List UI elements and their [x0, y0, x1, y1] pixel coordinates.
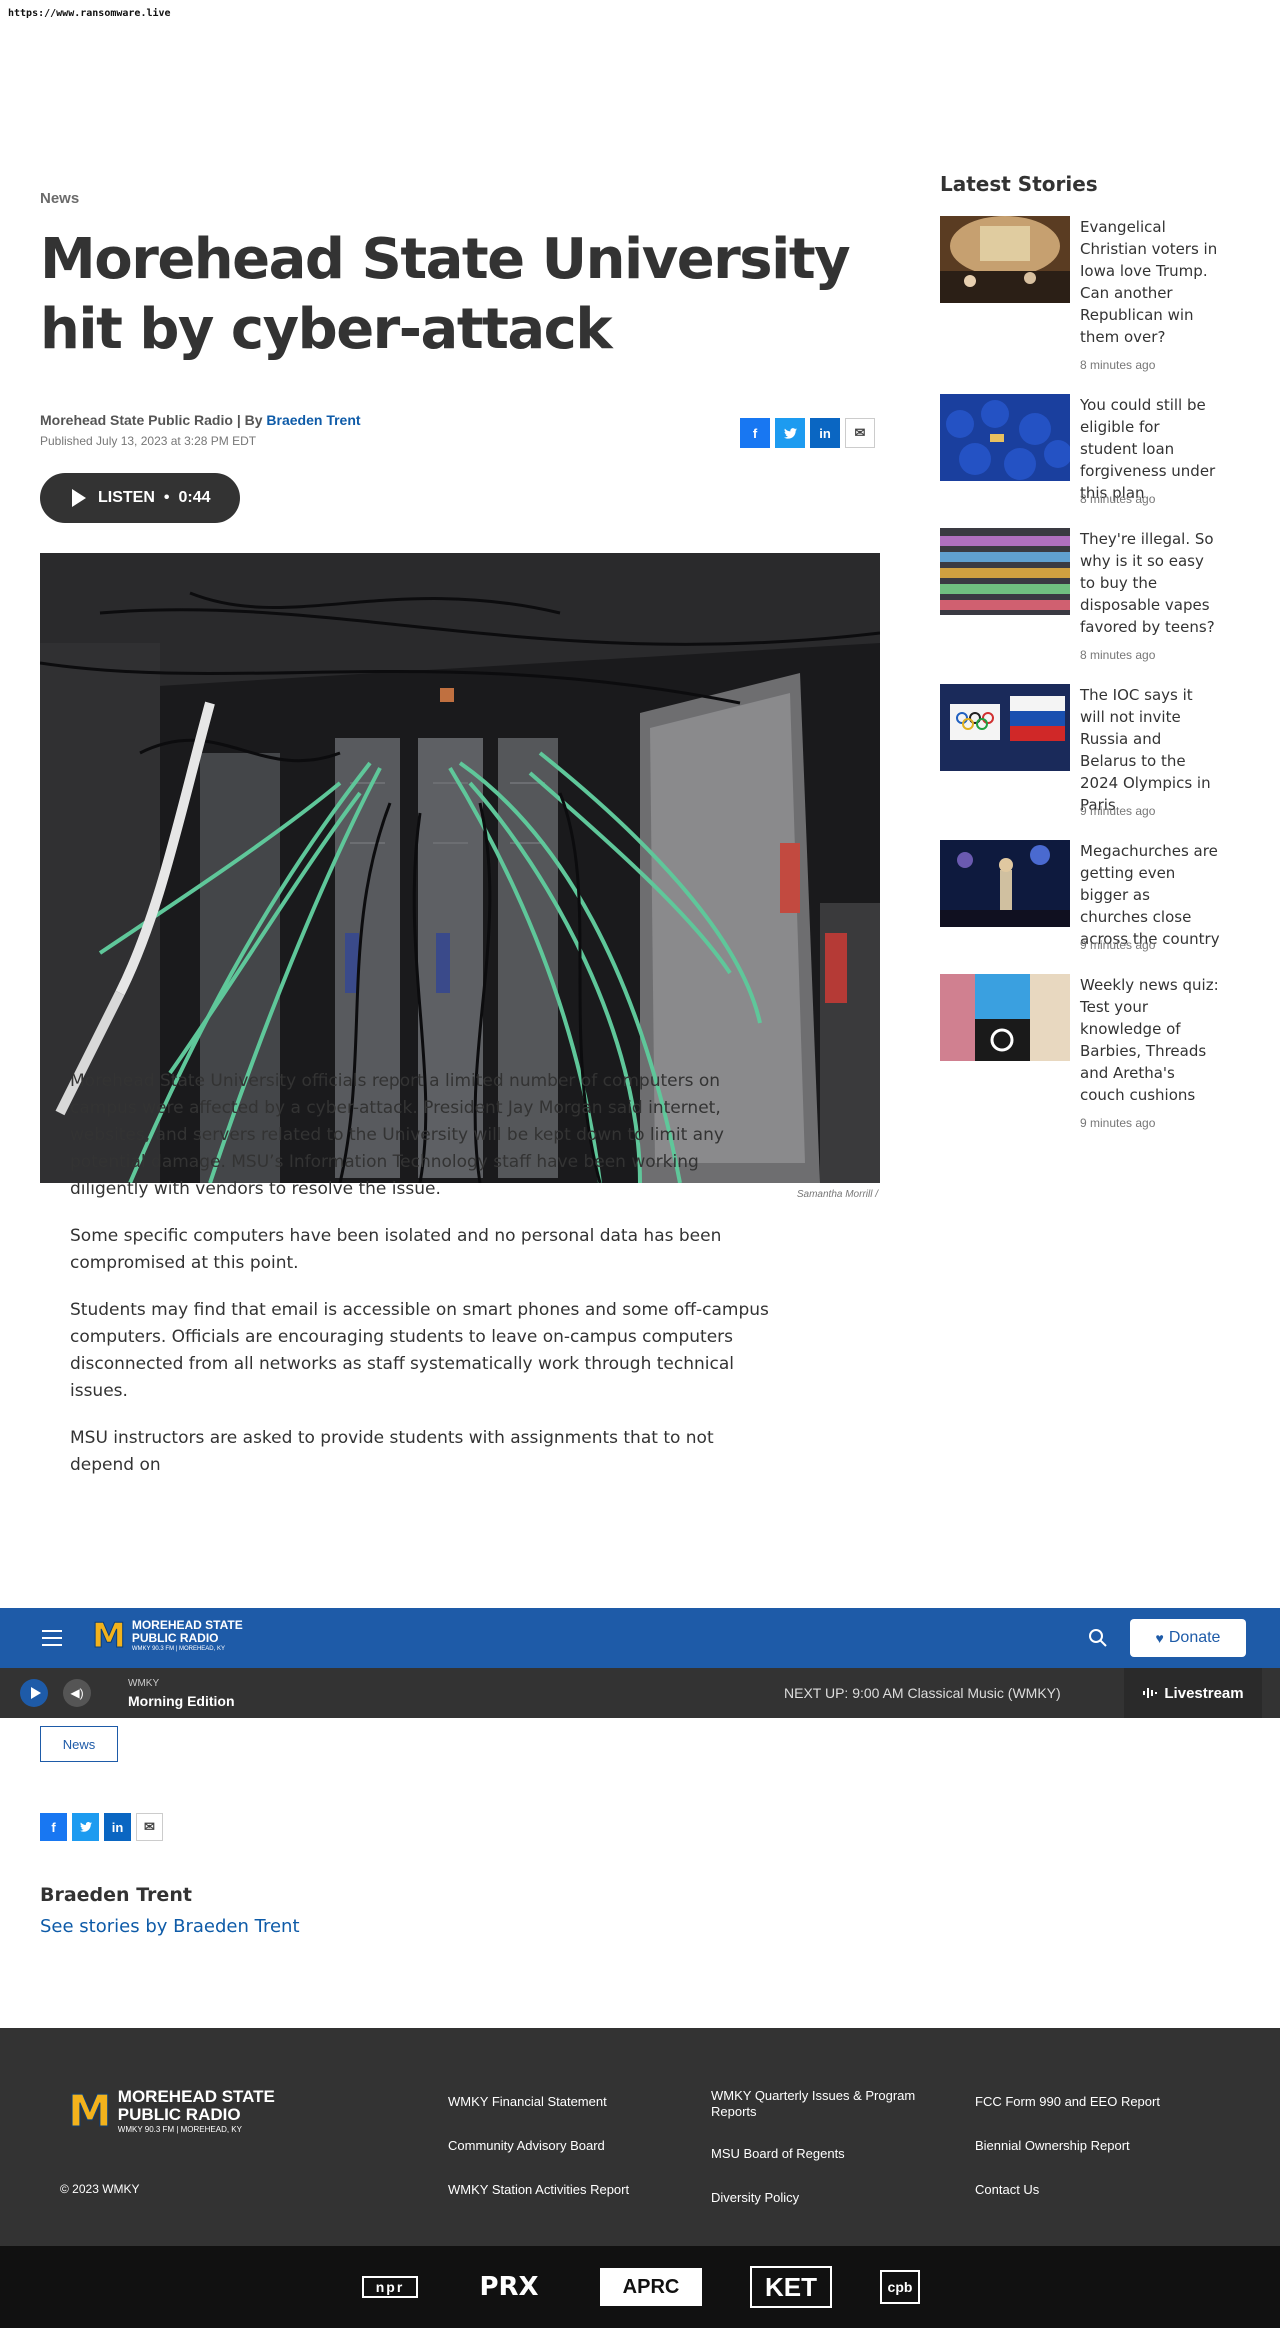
footer-link-biennial[interactable]: Biennial Ownership Report	[975, 2138, 1130, 2154]
story-time: 9 minutes ago	[1080, 1116, 1156, 1130]
aprc-logo[interactable]: APRC	[600, 2268, 702, 2306]
livestream-label: Livestream	[1164, 1684, 1244, 1702]
twitter-share-button[interactable]	[72, 1813, 99, 1841]
article-paragraph: MSU instructors are asked to provide stu…	[70, 1428, 714, 1475]
footer-link-regents[interactable]: MSU Board of Regents	[711, 2146, 845, 2162]
station-logo[interactable]: M MOREHEAD STATE PUBLIC RADIO WMKY 90.3 …	[92, 1616, 243, 1656]
story-time: 9 minutes ago	[1080, 804, 1156, 818]
article-paragraph: Some specific computers have been isolat…	[70, 1226, 722, 1273]
article-paragraph: Morehead State University officials repo…	[70, 1071, 724, 1199]
email-share-button[interactable]: ✉	[136, 1813, 163, 1841]
play-icon	[30, 1687, 41, 1699]
story-time: 8 minutes ago	[1080, 648, 1156, 662]
listen-duration: 0:44	[178, 489, 211, 506]
donate-button[interactable]: ♥ Donate	[1130, 1619, 1246, 1657]
livestream-button[interactable]: Livestream	[1124, 1668, 1262, 1718]
cpb-logo[interactable]: cpb	[880, 2270, 920, 2304]
logo-line3: WMKY 90.3 FM | MOREHEAD, KY	[131, 1646, 225, 1652]
article-body: Morehead State University officials repo…	[70, 1068, 770, 1499]
facebook-share-button[interactable]: f	[40, 1813, 67, 1841]
byline: Morehead State Public Radio | By Braeden…	[40, 412, 361, 428]
logo-mark: M	[68, 2086, 113, 2137]
story-title[interactable]: They're illegal. So why is it so easy to…	[1080, 528, 1220, 638]
player-play-button[interactable]	[20, 1679, 48, 1707]
player-next-up: NEXT UP: 9:00 AM Classical Music (WMKY)	[784, 1685, 1061, 1701]
listen-separator: •	[163, 489, 170, 506]
heart-icon: ♥	[1155, 1630, 1164, 1646]
logo-line1: MOREHEAD STATE	[117, 2087, 275, 2106]
footer-link-advisory[interactable]: Community Advisory Board	[448, 2138, 605, 2154]
story-thumbnail[interactable]	[940, 216, 1070, 303]
player-program: Morning Edition	[128, 1693, 235, 1709]
ket-logo[interactable]: KET	[750, 2266, 832, 2308]
story-thumbnail[interactable]	[940, 840, 1070, 927]
logo-line2: PUBLIC RADIO	[117, 2105, 241, 2124]
footer-copyright: © 2023 WMKY	[60, 2182, 140, 2196]
author-link-top[interactable]: Braeden Trent	[266, 412, 360, 428]
story-title[interactable]: You could still be eligible for student …	[1080, 394, 1220, 504]
story-title[interactable]: The IOC says it will not invite Russia a…	[1080, 684, 1220, 816]
publish-date: Published July 13, 2023 at 3:28 PM EDT	[40, 434, 257, 448]
footer-link-activities[interactable]: WMKY Station Activities Report	[448, 2182, 629, 2198]
share-buttons-bottom: f in ✉	[40, 1813, 163, 1841]
site-footer: M MOREHEAD STATE PUBLIC RADIO WMKY 90.3 …	[0, 2028, 1280, 2246]
logo-line3: WMKY 90.3 FM | MOREHEAD, KY	[117, 2125, 242, 2134]
audio-player-bar: ◀) WMKY Morning Edition NEXT UP: 9:00 AM…	[0, 1668, 1280, 1718]
share-buttons-top: f in ✉	[740, 418, 875, 448]
sidebar-heading: Latest Stories	[940, 172, 1098, 196]
menu-icon[interactable]	[42, 1630, 62, 1651]
volume-icon: ◀)	[70, 1686, 84, 1700]
partner-logos: npr PRX APRC KET cpb	[0, 2246, 1280, 2328]
footer-link-diversity[interactable]: Diversity Policy	[711, 2190, 799, 2206]
audio-wave-icon	[1143, 1688, 1158, 1698]
author-name: Braeden Trent	[40, 1884, 192, 1906]
player-station: WMKY	[128, 1678, 160, 1689]
logo-mark: M	[92, 1616, 127, 1656]
story-thumbnail[interactable]	[940, 528, 1070, 615]
twitter-icon	[79, 1822, 92, 1832]
story-title[interactable]: Evangelical Christian voters in Iowa lov…	[1080, 216, 1220, 348]
footer-link-quarterly[interactable]: WMKY Quarterly Issues & Program Reports	[711, 2088, 941, 2120]
footer-logo[interactable]: M MOREHEAD STATE PUBLIC RADIO WMKY 90.3 …	[68, 2088, 275, 2136]
story-title[interactable]: Weekly news quiz: Test your knowledge of…	[1080, 974, 1220, 1106]
author-stories-link[interactable]: See stories by Braeden Trent	[40, 1916, 300, 1937]
facebook-share-button[interactable]: f	[740, 418, 770, 448]
article-paragraph: Students may find that email is accessib…	[70, 1300, 769, 1401]
latest-stories-sidebar: Latest Stories Evangelical Christian vot…	[940, 172, 1220, 1130]
story-thumbnail[interactable]	[940, 684, 1070, 771]
tag-news[interactable]: News	[40, 1726, 118, 1762]
play-icon	[72, 489, 86, 507]
photo-credit: Samantha Morrill /	[796, 1189, 878, 1200]
byline-source: Morehead State Public Radio | By	[40, 412, 263, 428]
story-thumbnail[interactable]	[940, 974, 1070, 1061]
linkedin-share-button[interactable]: in	[104, 1813, 131, 1841]
prx-logo[interactable]: PRX	[466, 2270, 552, 2304]
twitter-icon	[783, 427, 797, 439]
article-headline: Morehead State University hit by cyber-a…	[40, 227, 851, 362]
story-time: 8 minutes ago	[1080, 492, 1156, 506]
email-share-button[interactable]: ✉	[845, 418, 875, 448]
footer-link-contact[interactable]: Contact Us	[975, 2182, 1039, 2198]
article-category[interactable]: News	[40, 190, 880, 207]
volume-button[interactable]: ◀)	[63, 1679, 91, 1707]
story-time: 8 minutes ago	[1080, 358, 1156, 372]
page-url: https://www.ransomware.live	[8, 8, 171, 19]
story-time: 9 minutes ago	[1080, 938, 1156, 952]
twitter-share-button[interactable]	[775, 418, 805, 448]
article-main: News Morehead State University hit by cy…	[40, 190, 880, 1200]
site-header: M MOREHEAD STATE PUBLIC RADIO WMKY 90.3 …	[0, 1608, 1280, 1668]
linkedin-share-button[interactable]: in	[810, 418, 840, 448]
donate-label: Donate	[1168, 1629, 1221, 1646]
story-title[interactable]: Megachurches are getting even bigger as …	[1080, 840, 1220, 950]
footer-link-fcc[interactable]: FCC Form 990 and EEO Report	[975, 2094, 1160, 2110]
footer-link-financial[interactable]: WMKY Financial Statement	[448, 2094, 607, 2110]
story-thumbnail[interactable]	[940, 394, 1070, 481]
search-icon[interactable]	[1088, 1628, 1108, 1648]
npr-logo[interactable]: npr	[362, 2276, 418, 2298]
listen-button[interactable]: LISTEN • 0:44	[40, 473, 240, 523]
logo-line2: PUBLIC RADIO	[131, 1631, 219, 1645]
listen-label: LISTEN	[98, 489, 155, 506]
